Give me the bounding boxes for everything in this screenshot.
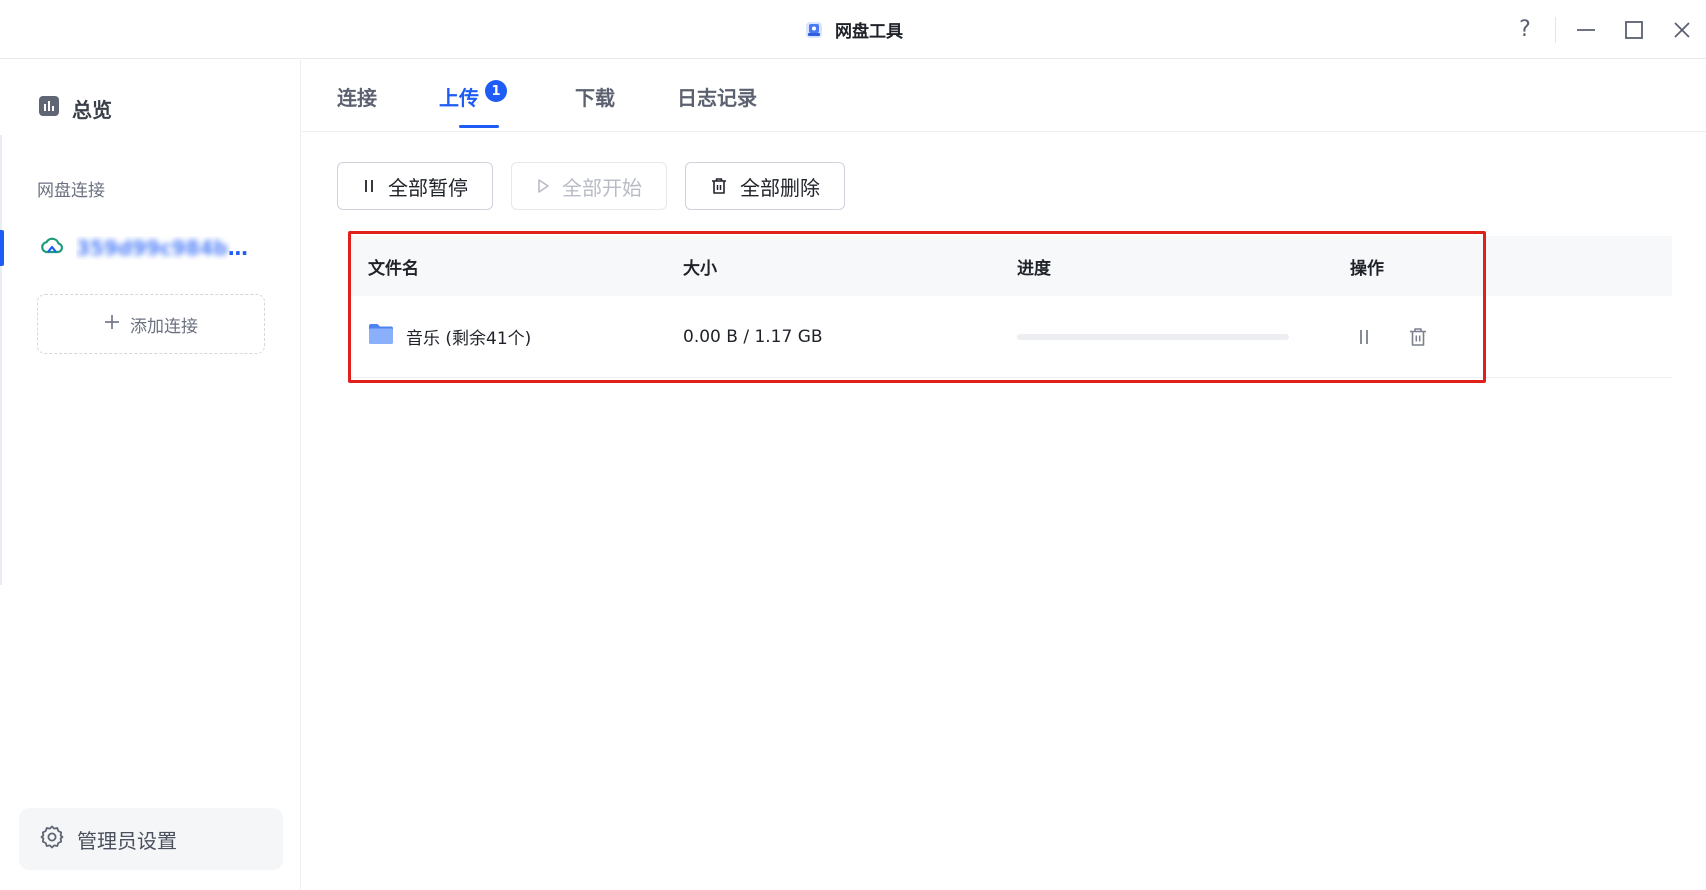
table-row[interactable]: 音乐 (剩余41个) 0.00 B / 1.17 GB [350, 296, 1672, 378]
admin-settings-button[interactable]: 管理员设置 [19, 808, 283, 870]
tab-logs[interactable]: 日志记录 [677, 82, 757, 132]
plus-icon [104, 314, 120, 335]
help-icon: ? [1519, 17, 1531, 42]
connection-name-redacted: 359d99c984b0 [76, 236, 242, 260]
app-logo-icon [803, 19, 825, 41]
tab-label: 上传 [439, 86, 479, 110]
start-all-button[interactable]: 全部开始 [511, 162, 667, 210]
header-name: 文件名 [368, 258, 419, 279]
cloud-icon [40, 236, 64, 260]
main-panel: 连接 上传 1 下载 日志记录 全部暂停 全部开始 全部删除 文件名 大小 进度… [302, 60, 1706, 890]
section-label: 网盘连接 [37, 181, 105, 201]
app-window: 网盘工具 ? 总览 网盘连接 359d99c984b0 添加连接 管理员设置 连… [0, 0, 1706, 890]
active-indicator [0, 230, 4, 266]
play-icon [538, 179, 549, 193]
minimize-icon [1577, 28, 1595, 31]
pause-all-label: 全部暂停 [388, 175, 468, 200]
maximize-button[interactable] [1610, 0, 1658, 59]
chart-icon [38, 95, 60, 122]
close-icon [1674, 21, 1690, 38]
row-name-cell: 音乐 (剩余41个) [350, 323, 683, 350]
controls-separator [1555, 16, 1556, 43]
toolbar: 全部暂停 全部开始 全部删除 [337, 162, 845, 210]
sidebar-item-connection[interactable]: 359d99c984b04... [0, 224, 300, 272]
sidebar-item-overview[interactable]: 总览 [38, 93, 112, 123]
row-pause-button[interactable] [1350, 323, 1378, 351]
file-size: 0.00 B / 1.17 GB [683, 326, 823, 347]
add-connection-button[interactable]: 添加连接 [37, 294, 265, 354]
tab-connect[interactable]: 连接 [337, 82, 377, 132]
table-header: 文件名 大小 进度 操作 [350, 236, 1672, 296]
trash-icon [712, 178, 726, 194]
gear-icon [39, 824, 65, 855]
maximize-icon [1625, 20, 1643, 39]
upload-count-badge: 1 [485, 80, 507, 102]
window-controls: ? [1501, 0, 1706, 59]
title-bar: 网盘工具 ? [0, 0, 1706, 59]
start-all-label: 全部开始 [562, 175, 642, 200]
header-actions: 操作 [1350, 258, 1384, 279]
file-name: 音乐 (剩余41个) [406, 329, 532, 349]
window-title: 网盘工具 [835, 22, 903, 42]
help-button[interactable]: ? [1501, 0, 1549, 59]
folder-icon [368, 323, 394, 350]
tab-label: 下载 [575, 86, 615, 110]
upload-table: 文件名 大小 进度 操作 音乐 (剩余41个) 0.00 B / 1.17 GB [350, 236, 1672, 378]
active-tab-underline [459, 125, 499, 128]
admin-settings-label: 管理员设置 [77, 828, 177, 853]
row-actions [1350, 323, 1672, 351]
progress-bar [1017, 333, 1289, 340]
pause-icon [365, 180, 373, 192]
tab-label: 连接 [337, 86, 377, 110]
sidebar-edge [0, 135, 2, 585]
tab-label: 日志记录 [677, 86, 757, 110]
tab-upload[interactable]: 上传 1 [439, 80, 507, 132]
connection-name: 359d99c984b04... [76, 236, 254, 260]
tab-download[interactable]: 下载 [575, 82, 615, 132]
minimize-button[interactable] [1562, 0, 1610, 59]
close-button[interactable] [1658, 0, 1706, 59]
header-progress: 进度 [1017, 258, 1051, 279]
overview-label: 总览 [72, 97, 112, 122]
add-connection-label: 添加连接 [130, 316, 198, 337]
trash-icon [1410, 327, 1426, 346]
delete-all-label: 全部删除 [740, 175, 820, 200]
header-size: 大小 [683, 258, 717, 279]
row-progress-cell [1017, 333, 1350, 340]
pause-all-button[interactable]: 全部暂停 [337, 162, 493, 210]
pause-icon [1360, 329, 1368, 344]
tab-bar: 连接 上传 1 下载 日志记录 [302, 60, 1706, 132]
app-title: 网盘工具 [0, 0, 1706, 59]
row-delete-button[interactable] [1404, 323, 1432, 351]
delete-all-button[interactable]: 全部删除 [685, 162, 845, 210]
sidebar: 总览 网盘连接 359d99c984b04... 添加连接 [0, 60, 301, 890]
